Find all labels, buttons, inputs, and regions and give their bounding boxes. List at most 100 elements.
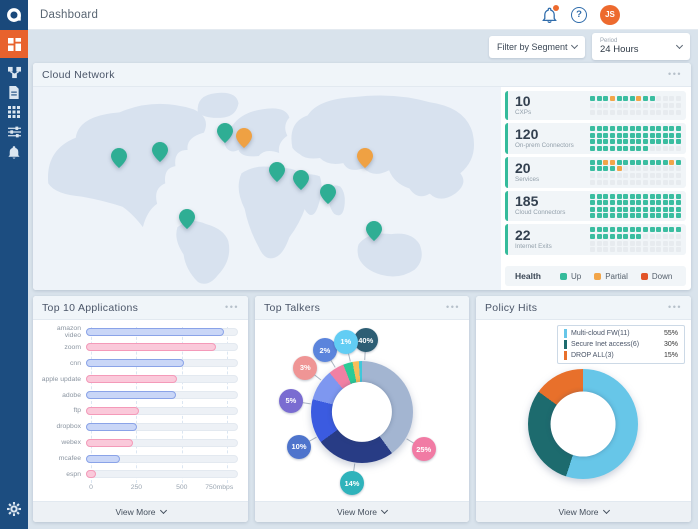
status-dot-up — [663, 227, 668, 232]
app-bar[interactable] — [86, 343, 216, 351]
status-dot-empty — [650, 110, 655, 115]
app-logo — [0, 0, 28, 30]
status-dot-empty — [636, 173, 641, 178]
app-label: amazon video — [39, 325, 86, 339]
status-dot-empty — [663, 96, 668, 101]
stat-card: 120On-prem Connectors — [505, 123, 686, 154]
status-dot-empty — [676, 96, 681, 101]
status-dot-empty — [623, 241, 628, 246]
status-dot-up — [617, 213, 622, 218]
view-more-label: View More — [559, 507, 599, 517]
map-pin-partial[interactable] — [357, 148, 373, 168]
sidebar-item-notifications[interactable] — [0, 142, 28, 162]
stat-label: Internet Exits — [515, 243, 581, 251]
status-dot-empty — [630, 110, 635, 115]
bar-track — [86, 391, 238, 399]
app-bar[interactable] — [86, 391, 176, 399]
chevron-down-icon — [602, 507, 609, 514]
stat-label: Cloud Connectors — [515, 209, 581, 217]
map-pin-up[interactable] — [293, 170, 309, 190]
status-dot-up — [636, 213, 641, 218]
user-avatar[interactable]: JS — [600, 5, 620, 25]
sidebar-item-settings[interactable] — [0, 499, 28, 519]
health-legend-title: Health — [515, 271, 541, 281]
notifications-button[interactable] — [542, 7, 558, 23]
map-pin-up[interactable] — [269, 162, 285, 182]
app-label: apple update — [39, 376, 86, 383]
status-dot-up — [669, 200, 674, 205]
sidebar-item-dashboard[interactable] — [0, 30, 28, 58]
status-dot-up — [617, 194, 622, 199]
status-dot-empty — [643, 234, 648, 239]
view-more-button[interactable]: View More — [476, 501, 691, 522]
view-more-button[interactable]: View More — [255, 501, 469, 522]
panel-menu-icon[interactable]: ••• — [668, 70, 682, 79]
status-dot-empty — [656, 146, 661, 151]
help-button[interactable]: ? — [571, 7, 587, 23]
status-dot-up — [610, 139, 615, 144]
status-dot-up — [643, 200, 648, 205]
map-pin-up[interactable] — [179, 209, 195, 229]
app-bar[interactable] — [86, 359, 184, 367]
map-pin-up[interactable] — [217, 123, 233, 143]
status-dot-up — [650, 207, 655, 212]
status-dot-up — [590, 139, 595, 144]
sidebar-item-documents[interactable] — [0, 82, 28, 102]
policy-name: DROP ALL(3) — [571, 352, 660, 359]
app-label: ftp — [39, 407, 86, 414]
status-dot-up — [623, 227, 628, 232]
status-dot-empty — [610, 247, 615, 252]
map-pin-up[interactable] — [320, 184, 336, 204]
status-dot-up — [636, 139, 641, 144]
status-dot-empty — [597, 110, 602, 115]
top-applications-panel: Top 10 Applications ••• amazon videozoom… — [33, 296, 248, 522]
status-dot-empty — [636, 110, 641, 115]
panel-menu-icon[interactable]: ••• — [668, 303, 682, 312]
status-dot-up — [590, 160, 595, 165]
sidebar-item-controls[interactable] — [0, 122, 28, 142]
app-bar-row: amazon video — [39, 327, 238, 336]
status-dot-up — [636, 146, 641, 151]
status-dot-empty — [597, 180, 602, 185]
cloud-network-body: 10CXPs120On-prem Connectors20Services185… — [33, 87, 691, 290]
status-dot-up — [643, 126, 648, 131]
map-pin-up[interactable] — [111, 148, 127, 168]
status-dot-up — [669, 133, 674, 138]
status-dot-empty — [597, 241, 602, 246]
status-dot-up — [623, 234, 628, 239]
panel-menu-icon[interactable]: ••• — [446, 303, 460, 312]
app-bar[interactable] — [86, 470, 96, 478]
status-dot-up — [676, 213, 681, 218]
map-pin-up[interactable] — [366, 221, 382, 241]
status-dot-empty — [676, 173, 681, 178]
app-bar[interactable] — [86, 423, 137, 431]
app-bar[interactable] — [86, 375, 177, 383]
segment-filter-dropdown[interactable]: Filter by Segment — [489, 36, 585, 58]
cloud-network-panel: Cloud Network ••• 10CXPs120On-prem Con — [33, 63, 691, 290]
status-dot-up — [597, 227, 602, 232]
app-bar[interactable] — [86, 439, 133, 447]
view-more-button[interactable]: View More — [33, 501, 248, 522]
sidebar-item-network-topology[interactable] — [0, 62, 28, 82]
map-pin-partial[interactable] — [236, 128, 252, 148]
app-bar[interactable] — [86, 455, 120, 463]
app-bar[interactable] — [86, 407, 139, 415]
sidebar — [0, 0, 28, 529]
status-dot-empty — [617, 180, 622, 185]
legend-color-swatch — [594, 273, 601, 280]
status-dot-up — [610, 126, 615, 131]
status-dot-empty — [650, 166, 655, 171]
stat-card: 22Internet Exits — [505, 224, 686, 255]
status-dot-empty — [617, 247, 622, 252]
dashboard-grid-icon — [8, 38, 21, 51]
applications-bar-chart: amazon videozoomcnnapple updateadobeftpd… — [33, 320, 248, 501]
period-dropdown[interactable]: Period 24 Hours — [592, 33, 690, 60]
sidebar-item-apps[interactable] — [0, 102, 28, 122]
map-pin-up[interactable] — [152, 142, 168, 162]
panel-menu-icon[interactable]: ••• — [225, 303, 239, 312]
status-dot-up — [603, 207, 608, 212]
policy-name: Secure Inet access(6) — [571, 341, 660, 348]
app-bar[interactable] — [86, 328, 224, 336]
legend-label: Up — [571, 272, 581, 281]
status-dot-up — [636, 227, 641, 232]
